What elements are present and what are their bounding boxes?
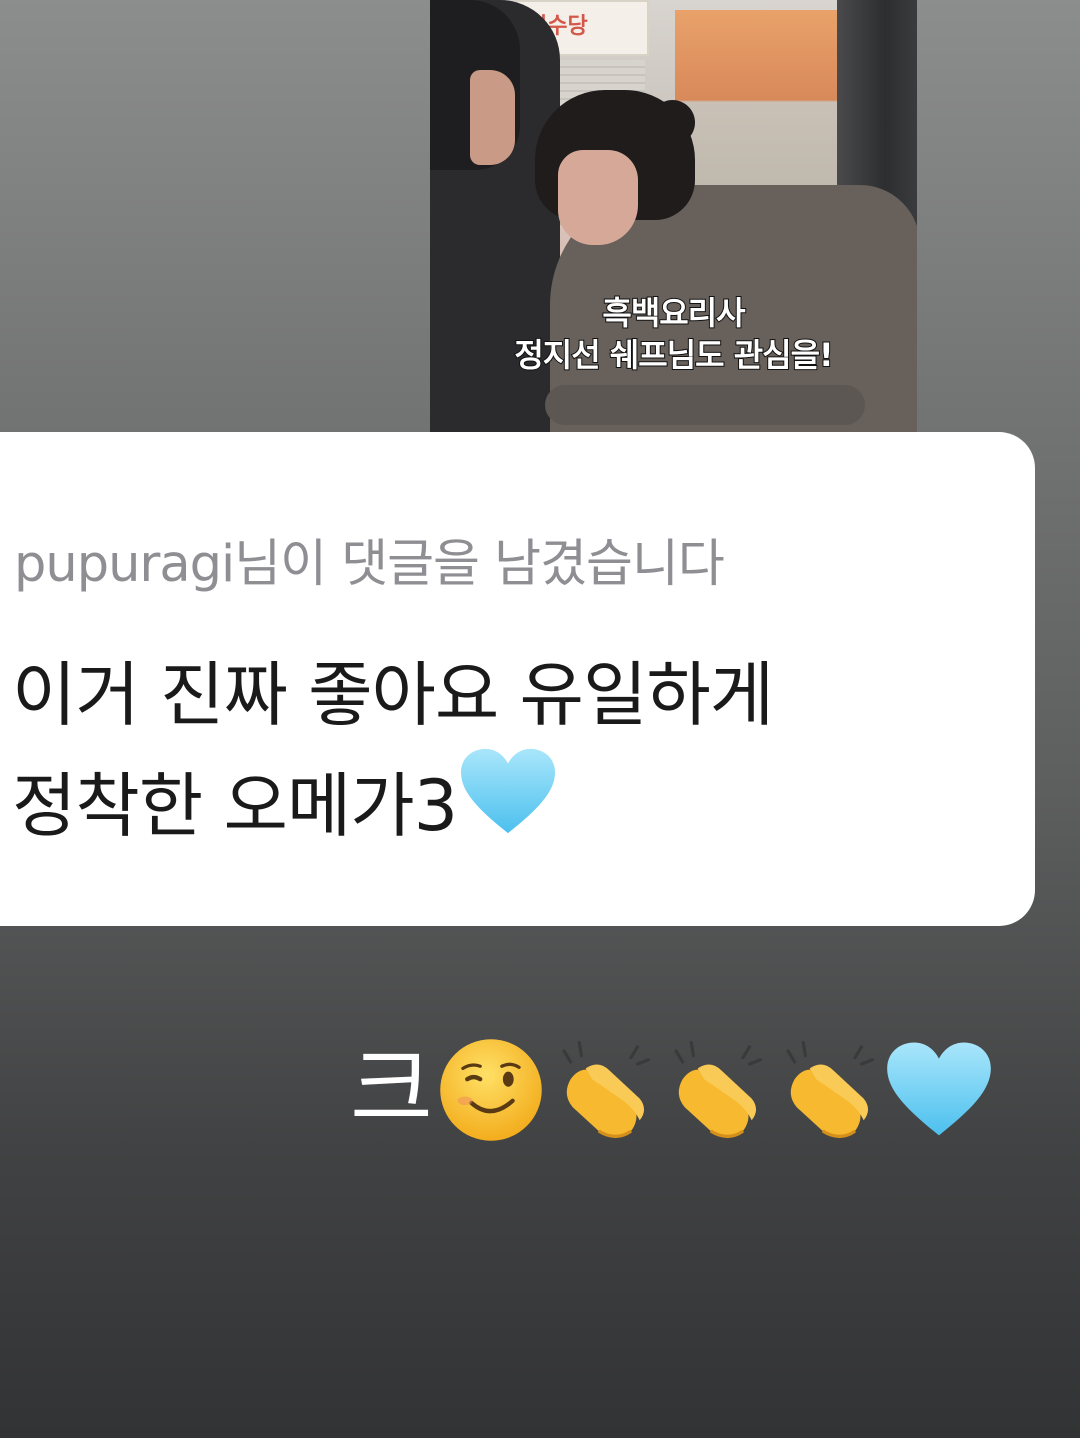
- comment-line-2: 정착한 오메가3: [12, 746, 1012, 857]
- reply-overlay: 크: [350, 1030, 997, 1150]
- woman-arm: [545, 385, 865, 425]
- light-blue-heart-icon: [886, 1042, 991, 1136]
- orange-storefront: [675, 10, 855, 210]
- clapping-hands-icon: [786, 1040, 874, 1139]
- woman-hair-bun: [650, 100, 695, 145]
- comment-line-2-text: 정착한 오메가3: [12, 765, 458, 847]
- video-caption-line2: 정지선 쉐프님도 관심을!: [513, 335, 834, 375]
- light-blue-heart-icon: [461, 748, 556, 834]
- video-caption-line1: 흑백요리사: [601, 293, 746, 333]
- woman-face: [558, 150, 638, 245]
- winking-face-icon: [440, 1039, 542, 1141]
- clapping-hands-icon: [562, 1040, 650, 1139]
- comment-line-1: 이거 진짜 좋아요 유일하게: [12, 654, 774, 736]
- reply-text: 크: [350, 1037, 433, 1142]
- comment-body: 이거 진짜 좋아요 유일하게 정착한 오메가3: [12, 644, 1012, 857]
- comment-card[interactable]: pupuragi님이 댓글을 남겼습니다 이거 진짜 좋아요 유일하게 정착한 …: [0, 432, 1035, 926]
- story-video-thumbnail[interactable]: 빙수당 흑백요리사 정지선 쉐프님도 관심을!: [430, 0, 917, 432]
- clapping-hands-icon: [674, 1040, 762, 1139]
- comment-header: pupuragi님이 댓글을 남겼습니다: [14, 535, 725, 594]
- man-face: [470, 70, 515, 165]
